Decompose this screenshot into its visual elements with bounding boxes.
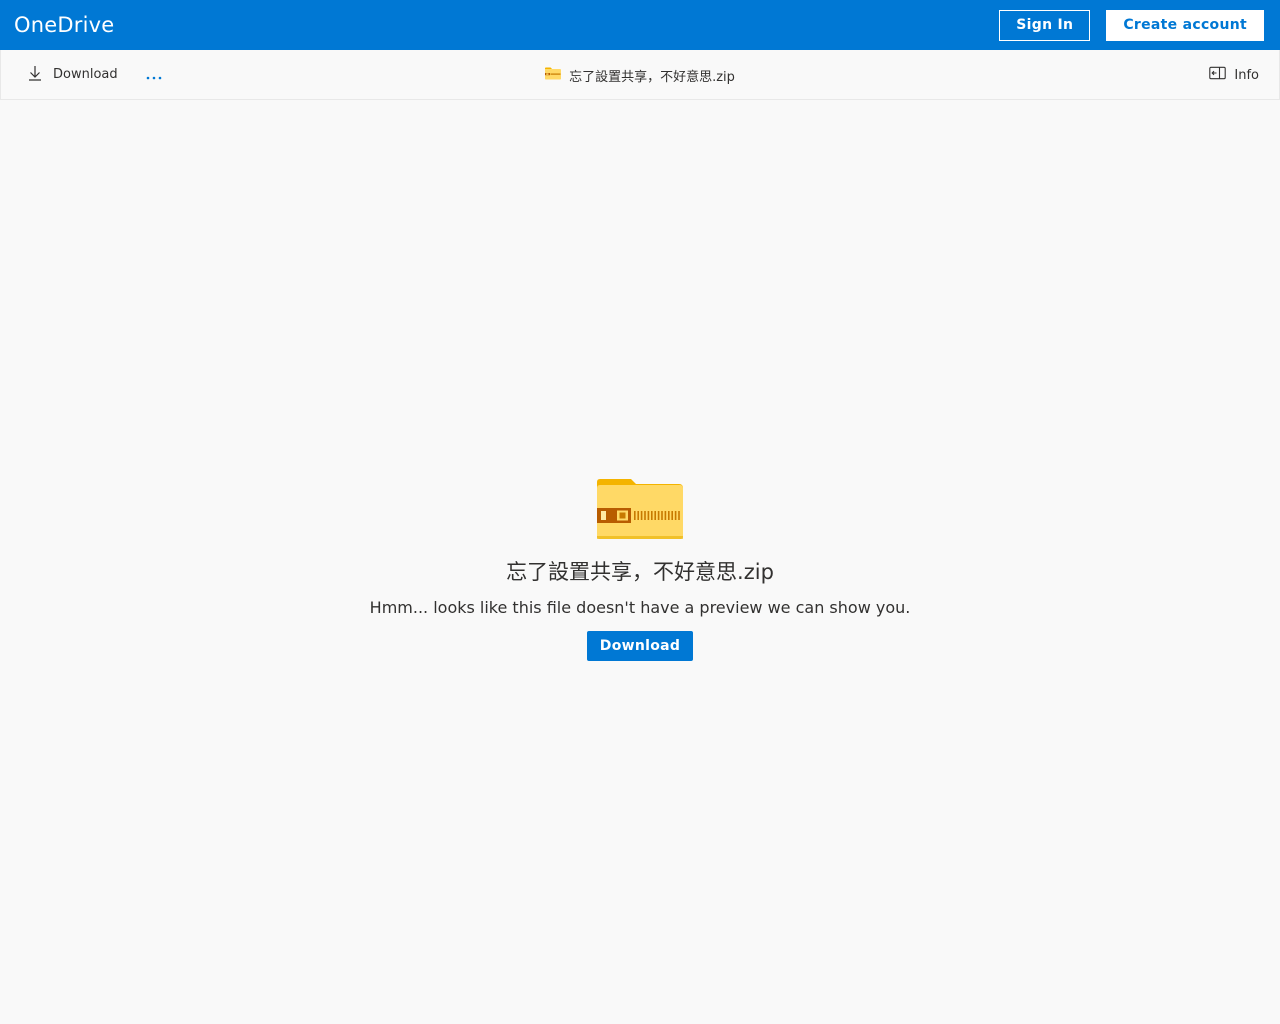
toolbar-download-button[interactable]: Download: [27, 65, 118, 85]
more-options-icon: [146, 66, 162, 84]
sign-in-button[interactable]: Sign In: [999, 9, 1091, 41]
download-button[interactable]: Download: [586, 631, 694, 661]
zip-folder-icon: [597, 478, 683, 540]
create-account-button[interactable]: Create account: [1106, 9, 1264, 41]
info-pane-icon: [1209, 66, 1227, 84]
onedrive-brand[interactable]: OneDrive: [14, 13, 114, 37]
info-label: Info: [1234, 67, 1259, 83]
file-title: 忘了設置共享，不好意思.zip: [1, 50, 1279, 100]
auth-buttons: Sign In Create account: [999, 9, 1264, 41]
info-button[interactable]: Info: [1209, 50, 1259, 100]
top-bar: OneDrive Sign In Create account: [0, 0, 1280, 50]
zip-file-icon: [545, 67, 562, 84]
file-title-text: 忘了設置共享，不好意思.zip: [569, 69, 735, 85]
preview-file-name: 忘了設置共享，不好意思.zip: [506, 560, 774, 584]
preview-placeholder: 忘了設置共享，不好意思.zip Hmm... looks like this f…: [0, 478, 1280, 661]
more-options-button[interactable]: [146, 65, 162, 85]
command-bar-left: Download: [1, 65, 162, 85]
command-bar: Download 忘了設置共享，不好意思.zip Info: [0, 50, 1280, 100]
no-preview-message: Hmm... looks like this file doesn't have…: [369, 598, 911, 617]
download-icon: [27, 65, 43, 85]
toolbar-download-label: Download: [53, 67, 118, 82]
